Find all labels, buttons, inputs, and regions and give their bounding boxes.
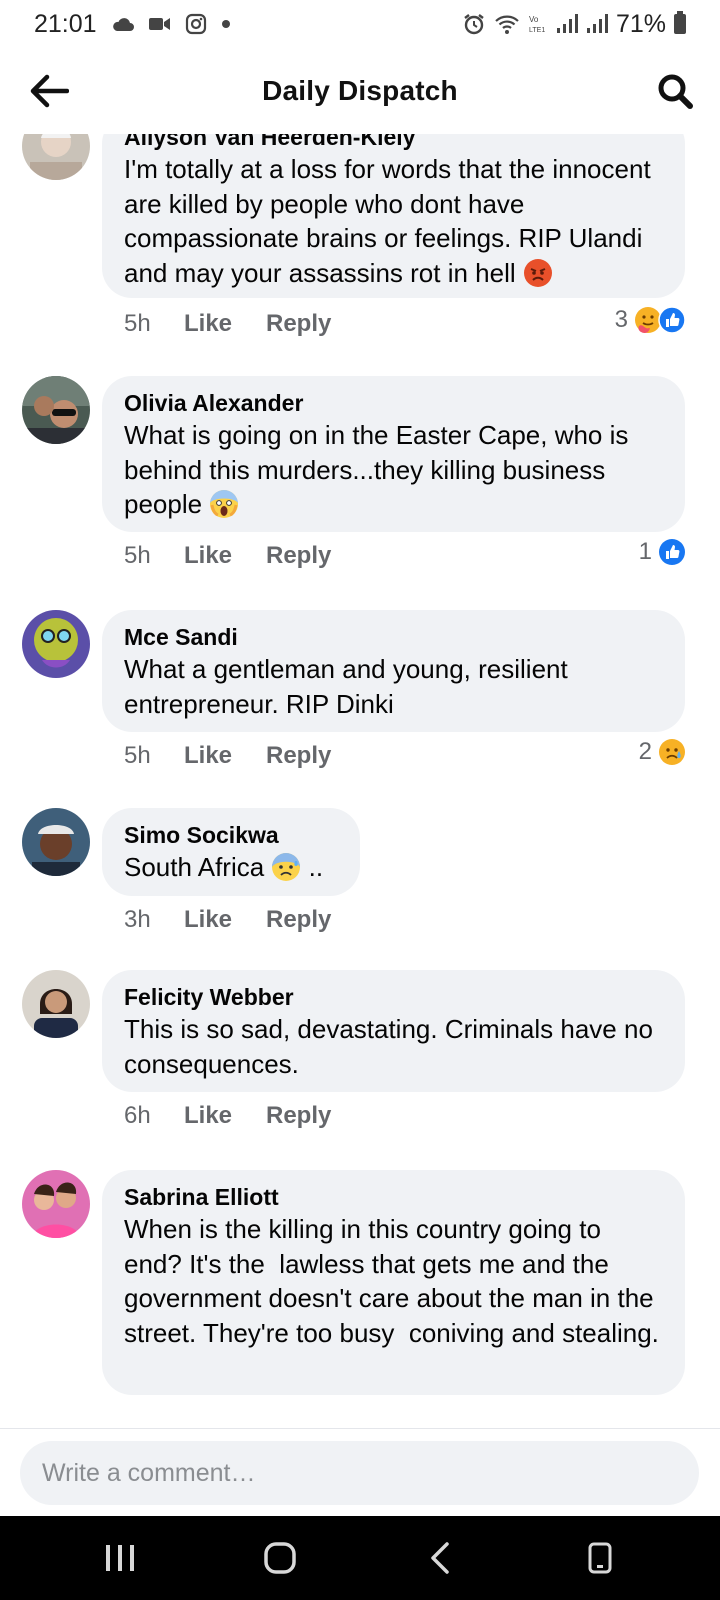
comment-author[interactable]: Mce Sandi <box>124 622 663 652</box>
like-button[interactable]: Like <box>184 906 266 934</box>
recents-button[interactable] <box>80 1528 160 1588</box>
cloud-icon <box>111 16 135 32</box>
comment-bubble[interactable]: Felicity Webber This is so sad, devastat… <box>102 970 685 1092</box>
avatar[interactable] <box>22 970 90 1038</box>
comment-time[interactable]: 6h <box>124 1102 184 1130</box>
avatar[interactable] <box>22 376 90 444</box>
recents-icon <box>106 1545 134 1571</box>
video-call-icon <box>148 17 171 31</box>
comment: Felicity Webber This is so sad, devastat… <box>0 970 720 1164</box>
comment-actions: 6h Like Reply <box>124 1102 331 1130</box>
comment-actions: 5h Like Reply <box>124 542 331 570</box>
signal-icon <box>556 14 578 34</box>
reply-button[interactable]: Reply <box>266 742 331 770</box>
comments-list[interactable]: Allyson Van Heerden-Kiely I'm totally at… <box>0 134 720 1428</box>
comment-actions: 5h Like Reply <box>124 742 331 770</box>
comment-author[interactable]: Olivia Alexander <box>124 388 663 418</box>
comment-text: What is going on in the Easter Cape, who… <box>124 420 629 519</box>
battery-icon <box>674 11 686 34</box>
comment: Olivia Alexander What is going on in the… <box>0 376 720 604</box>
status-time: 21:01 <box>34 9 97 38</box>
reaction-count: 1 <box>638 538 652 565</box>
angry-face-icon <box>523 258 553 288</box>
reply-button[interactable]: Reply <box>266 542 331 570</box>
reaction-summary[interactable]: 2 <box>639 738 686 766</box>
comment-composer <box>0 1428 720 1516</box>
comment: Allyson Van Heerden-Kiely I'm totally at… <box>0 134 720 354</box>
comment-author[interactable]: Sabrina Elliott <box>124 1182 663 1212</box>
comment-actions: 5h Like Reply <box>124 310 331 338</box>
comment-time[interactable]: 5h <box>124 742 184 770</box>
comment-text: I'm totally at a loss for words that the… <box>124 154 651 288</box>
reply-button[interactable]: Reply <box>266 906 331 934</box>
comment-actions: 3h Like Reply <box>124 906 331 934</box>
reaction-summary[interactable]: 1 <box>639 538 686 566</box>
comment-time[interactable]: 3h <box>124 906 184 934</box>
app-header: Daily Dispatch <box>0 48 720 134</box>
sad-reaction-icon <box>658 738 686 766</box>
comment-time[interactable]: 5h <box>124 310 184 338</box>
svg-text:LTE1: LTE1 <box>529 27 545 34</box>
reaction-summary[interactable]: 3 <box>615 306 686 334</box>
back-nav-button[interactable] <box>400 1528 480 1588</box>
comment-author[interactable]: Allyson Van Heerden-Kiely <box>124 134 663 152</box>
reaction-count: 2 <box>638 738 652 765</box>
back-arrow-icon <box>30 74 69 108</box>
comment-text: This is so sad, devastating. Criminals h… <box>124 1014 653 1079</box>
instagram-icon <box>185 13 207 35</box>
avatar[interactable] <box>22 808 90 876</box>
comment-bubble[interactable]: Allyson Van Heerden-Kiely I'm totally at… <box>102 134 685 298</box>
comment-text: What a gentleman and young, resilient en… <box>124 654 568 719</box>
search-icon <box>658 74 693 109</box>
comment-text: South Africa .. <box>124 852 324 882</box>
comment-input[interactable] <box>42 1458 642 1488</box>
phone-rotate-icon <box>588 1542 612 1574</box>
comment-bubble[interactable]: Mce Sandi What a gentleman and young, re… <box>102 610 685 732</box>
back-chevron-icon <box>431 1542 449 1574</box>
comment-time[interactable]: 5h <box>124 542 184 570</box>
status-bar: 21:01 Vo LTE1 71% <box>0 0 720 48</box>
reaction-count: 3 <box>614 306 628 333</box>
comment-author[interactable]: Simo Socikwa <box>124 820 338 850</box>
search-button[interactable] <box>652 68 698 114</box>
screaming-face-icon <box>209 489 239 519</box>
home-button[interactable] <box>240 1528 320 1588</box>
like-button[interactable]: Like <box>184 1102 266 1130</box>
comment-author[interactable]: Felicity Webber <box>124 982 663 1012</box>
reply-button[interactable]: Reply <box>266 310 331 338</box>
like-button[interactable]: Like <box>184 542 266 570</box>
comment: Sabrina Elliott When is the killing in t… <box>0 1170 720 1428</box>
anxious-face-icon <box>271 852 301 882</box>
reply-button[interactable]: Reply <box>266 1102 331 1130</box>
avatar[interactable] <box>22 610 90 678</box>
comment: Simo Socikwa South Africa .. 3h Like Rep… <box>0 808 720 968</box>
comment-bubble[interactable]: Sabrina Elliott When is the killing in t… <box>102 1170 685 1395</box>
comment-input-container[interactable] <box>20 1441 699 1505</box>
comment-text: When is the killing in this country goin… <box>124 1214 661 1348</box>
wifi-icon <box>494 13 520 35</box>
notification-dot-icon <box>221 19 231 29</box>
battery-percent: 71% <box>615 9 666 38</box>
comment: Mce Sandi What a gentleman and young, re… <box>0 610 720 800</box>
back-button[interactable] <box>26 68 72 114</box>
like-reaction-icon <box>658 538 686 566</box>
system-nav-bar <box>0 1516 720 1600</box>
home-icon <box>264 1542 296 1574</box>
like-reaction-icon <box>658 306 686 334</box>
rotate-button[interactable] <box>560 1528 640 1588</box>
like-button[interactable]: Like <box>184 742 266 770</box>
volte-icon: Vo LTE1 <box>528 13 548 35</box>
avatar[interactable] <box>22 134 90 180</box>
avatar[interactable] <box>22 1170 90 1238</box>
comment-bubble[interactable]: Simo Socikwa South Africa .. <box>102 808 360 896</box>
page-title: Daily Dispatch <box>262 75 458 106</box>
like-button[interactable]: Like <box>184 310 266 338</box>
alarm-icon <box>462 12 486 36</box>
signal-icon-2 <box>586 14 608 34</box>
comment-bubble[interactable]: Olivia Alexander What is going on in the… <box>102 376 685 532</box>
svg-text:Vo: Vo <box>529 15 539 24</box>
